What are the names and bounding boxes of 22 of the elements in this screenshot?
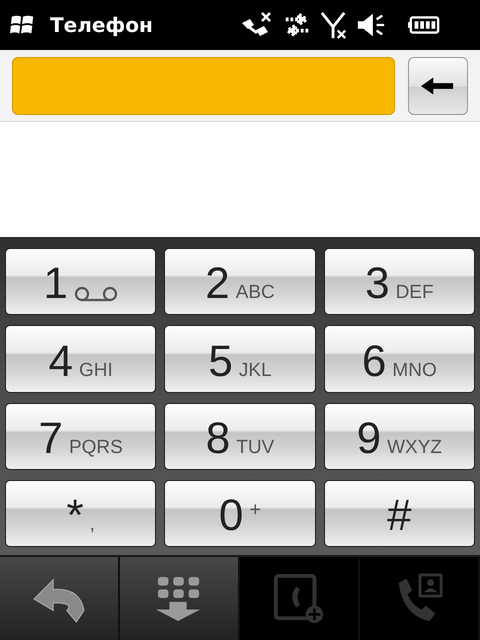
dial-key[interactable]: 9 WXYZ <box>324 402 475 470</box>
voicemail-icon <box>74 286 118 302</box>
dial-key[interactable]: 5 JKL <box>164 325 316 392</box>
left-arrow-icon <box>421 74 455 96</box>
number-field[interactable] <box>12 56 395 114</box>
backspace-button[interactable] <box>408 56 468 114</box>
dial-key[interactable]: 1 <box>5 248 156 316</box>
back-button[interactable] <box>0 557 120 640</box>
app-title: Телефон <box>50 13 153 37</box>
hide-keypad-button[interactable] <box>120 557 240 640</box>
dial-key[interactable]: # <box>324 480 475 547</box>
dial-key[interactable]: 2 ABC <box>164 248 316 316</box>
phonebook-plus-icon <box>273 572 325 624</box>
dial-key[interactable]: *, <box>5 480 156 547</box>
dial-key[interactable]: 4 GHI <box>5 325 156 392</box>
battery-icon <box>408 15 440 35</box>
dial-key[interactable]: 6 MNO <box>324 325 475 392</box>
no-signal-icon <box>320 9 348 41</box>
dial-key[interactable]: 3 DEF <box>324 248 475 316</box>
dial-key[interactable]: 7 PQRS <box>5 402 156 470</box>
dial-key[interactable]: 0+ <box>164 480 316 547</box>
dial-key[interactable]: 8 TUV <box>164 402 316 470</box>
